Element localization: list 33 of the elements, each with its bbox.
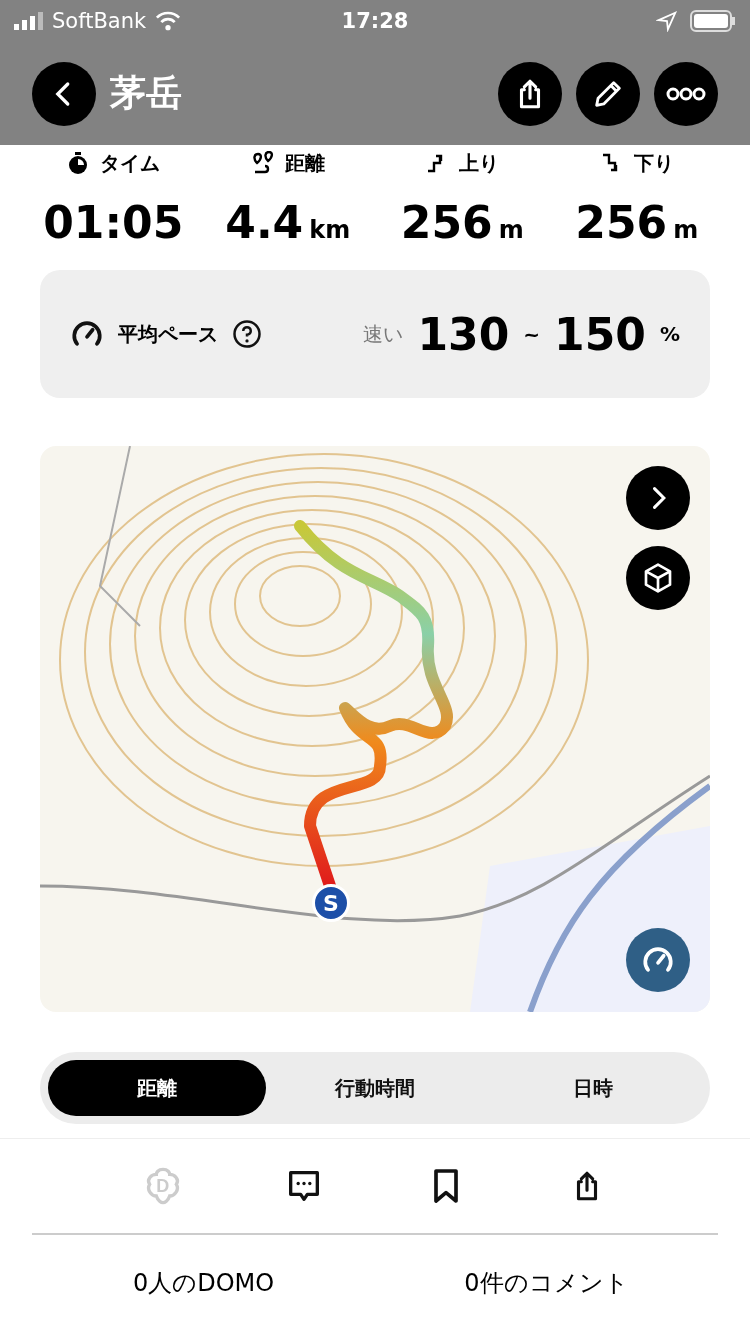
cube-icon — [642, 562, 674, 594]
stat-label: 距離 — [284, 149, 325, 177]
pace-unit: % — [659, 322, 680, 346]
count-link[interactable]: 0人のDOMO — [132, 1267, 275, 1299]
location-arrow-icon — [656, 10, 678, 32]
pace-max: 150 — [554, 308, 646, 360]
more-icon — [666, 86, 706, 101]
stat-label: タイム — [100, 149, 161, 177]
wifi-icon — [154, 11, 183, 31]
segment-tab[interactable]: 日時 — [484, 1060, 702, 1116]
route-pins-icon — [250, 151, 275, 175]
pace-label: 平均ペース — [118, 320, 218, 348]
count-link[interactable]: 0件のコメント — [464, 1267, 629, 1299]
pace-speed-label: 速い — [363, 320, 404, 348]
stat-value: 256 — [400, 197, 493, 248]
carrier-name: SoftBank — [52, 9, 147, 33]
battery-icon — [690, 10, 736, 32]
pace-separator: ~ — [523, 322, 541, 346]
stat-label: 上り — [459, 149, 500, 177]
stat-unit: m — [498, 216, 524, 244]
stat-unit: km — [309, 216, 351, 244]
signal-icon — [14, 12, 44, 30]
stat-unit: m — [673, 216, 699, 244]
stat-label: 下り — [633, 149, 674, 177]
segment-tab[interactable]: 行動時間 — [266, 1060, 484, 1116]
page-title: 茅岳 — [110, 71, 183, 115]
stat-value: 256 — [575, 197, 668, 248]
stat-value: 01:05 — [43, 197, 184, 248]
pace-min: 130 — [417, 308, 510, 360]
clock: 17:28 — [341, 9, 409, 33]
segment-tab[interactable]: 距離 — [48, 1060, 266, 1116]
stat-value: 4.4 — [225, 197, 304, 248]
help-icon[interactable] — [232, 319, 262, 349]
